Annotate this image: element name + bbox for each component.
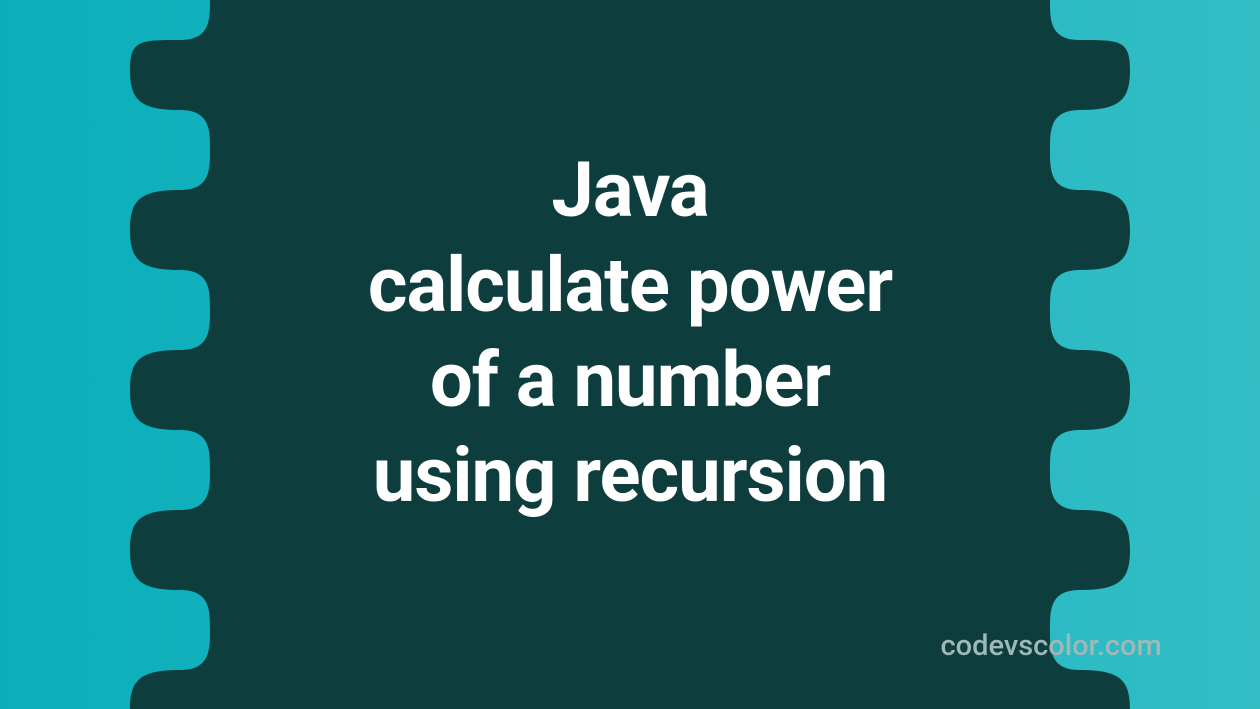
title-line-2: calculate power bbox=[63, 238, 1197, 333]
title-line-4: using recursion bbox=[63, 428, 1197, 523]
banner-title: Java calculate power of a number using r… bbox=[63, 143, 1197, 523]
title-line-1: Java bbox=[63, 143, 1197, 238]
site-credit: codevscolor.com bbox=[941, 629, 1162, 663]
title-line-3: of a number bbox=[63, 333, 1197, 428]
